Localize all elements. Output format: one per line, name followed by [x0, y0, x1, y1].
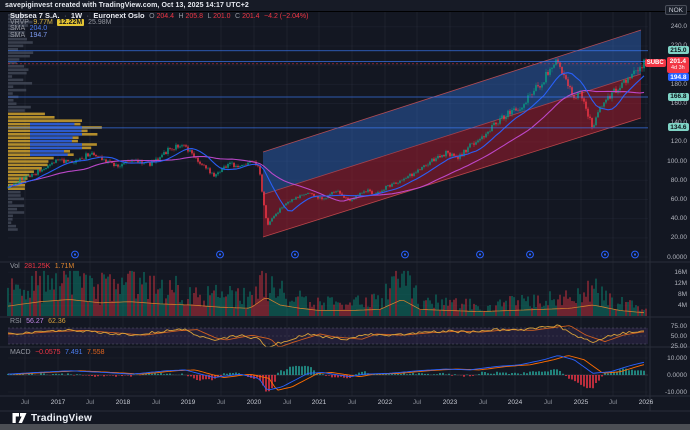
- vrvp-value-3: 25.98M: [88, 19, 111, 26]
- sma-slow-value: 194.7: [30, 32, 48, 39]
- tradingview-logo[interactable]: TradingView: [12, 411, 92, 425]
- price-axis-tick: 100.00: [667, 158, 687, 165]
- open-label: O: [149, 13, 154, 20]
- volume-axis-tick: 8M: [678, 291, 687, 298]
- price-axis-tick: 120.0: [671, 138, 687, 145]
- time-axis-label: 2025: [574, 399, 588, 406]
- indicator-row-sma-slow[interactable]: SMA 194.7: [10, 33, 50, 39]
- vrvp-value-2: 12.22M: [57, 19, 83, 26]
- volume-axis-tick: 4M: [678, 302, 687, 309]
- time-axis-label: 2020: [247, 399, 261, 406]
- open-value: 204.4: [156, 13, 174, 20]
- tradingview-logo-icon: [12, 412, 27, 424]
- low-value: 201.0: [213, 13, 231, 20]
- macd-legend-row[interactable]: MACD −0.0575 7.491 7.558: [10, 350, 107, 356]
- time-axis-label: Jul: [348, 399, 356, 406]
- rsi-ma-value: 62.36: [48, 318, 66, 325]
- time-axis-label: 2017: [51, 399, 65, 406]
- time-axis-label: Jul: [544, 399, 552, 406]
- level-price-label: 166.8: [668, 93, 689, 101]
- time-axis-label: 2022: [378, 399, 392, 406]
- price-axis-tick: 60.00: [671, 196, 687, 203]
- time-axis-label: Jul: [152, 399, 160, 406]
- close-value: 201.4: [242, 13, 260, 20]
- time-axis-label: Jul: [609, 399, 617, 406]
- macd-signal-value: 7.558: [87, 349, 105, 356]
- price-axis-tick: 80.00: [671, 177, 687, 184]
- volume-legend-row[interactable]: Vol 281.25K 1.71M: [10, 264, 77, 270]
- time-axis-label: Jul: [21, 399, 29, 406]
- price-axis-tick: 20.00: [671, 234, 687, 241]
- level-price-label: 134.6: [668, 123, 689, 131]
- close-label: C: [235, 13, 240, 20]
- price-axis-tick: 180.0: [671, 81, 687, 88]
- last-price-value: 201.4: [670, 58, 686, 65]
- bar-countdown: 4d 3h: [670, 65, 686, 72]
- indicator-row-vrvp[interactable]: VRVP 9.77M 12.22M 25.98M: [10, 20, 114, 26]
- macd-axis-tick: 0.0000: [667, 372, 687, 379]
- time-axis-label: Jul: [86, 399, 94, 406]
- time-axis-label: 2024: [508, 399, 522, 406]
- rsi-value: 56.27: [26, 318, 44, 325]
- last-price-group: SUBC 201.4 4d 3h: [645, 57, 689, 73]
- macd-axis-tick: -10.000: [665, 389, 687, 396]
- volume-value: 281.25K: [24, 263, 50, 270]
- time-axis-label: 2021: [312, 399, 326, 406]
- rsi-name[interactable]: RSI: [10, 318, 22, 325]
- volume-name[interactable]: Vol: [10, 263, 20, 270]
- time-axis-label: Jul: [413, 399, 421, 406]
- sma-slow-name[interactable]: SMA: [10, 32, 25, 39]
- currency-badge[interactable]: NOK: [665, 5, 687, 15]
- time-axis-label: Jul: [479, 399, 487, 406]
- rsi-axis-tick: 25.00: [671, 343, 687, 350]
- price-scale[interactable]: NOK SUBC 201.4 4d 3h 240.0220.0180.0160.…: [651, 11, 690, 396]
- time-axis-label: 2023: [443, 399, 457, 406]
- level-price-label: 215.0: [668, 46, 689, 54]
- volume-axis-tick: 16M: [674, 269, 687, 276]
- symbol-price-tag: SUBC: [645, 59, 666, 67]
- tradingview-screenshot: savepiginvest created with TradingView.c…: [0, 0, 690, 430]
- change-value: −4.2 (−2.04%): [264, 13, 308, 20]
- time-scale[interactable]: Jul 2017 Jul 2018 Jul 2019 Jul 2020 Jul 2021 Jul 20…: [0, 397, 650, 410]
- time-axis-label: Jul: [217, 399, 225, 406]
- price-chart-canvas[interactable]: [0, 0, 690, 430]
- sma-price-label: 194.8: [668, 73, 689, 81]
- macd-line-value: 7.491: [65, 349, 83, 356]
- macd-name[interactable]: MACD: [10, 349, 31, 356]
- macd-axis-tick: 10.000: [667, 355, 687, 362]
- rsi-legend-row[interactable]: RSI 56.27 62.36: [10, 319, 68, 325]
- price-axis-tick: 160.0: [671, 100, 687, 107]
- high-value: 205.8: [185, 13, 203, 20]
- macd-hist-value: −0.0575: [35, 349, 61, 356]
- time-axis-label: 2018: [116, 399, 130, 406]
- tradingview-logo-text: TradingView: [31, 413, 92, 424]
- rsi-axis-tick: 50.00: [671, 333, 687, 340]
- volume-ma-value: 1.71M: [55, 263, 74, 270]
- price-axis-tick: 40.00: [671, 215, 687, 222]
- sma-fast-value: 204.0: [30, 25, 48, 32]
- rsi-axis-tick: 75.00: [671, 323, 687, 330]
- time-axis-label: 2019: [181, 399, 195, 406]
- price-axis-tick: 0.0000: [667, 254, 687, 261]
- price-axis-tick: 240.0: [671, 23, 687, 30]
- low-label: L: [207, 13, 211, 20]
- high-label: H: [178, 13, 183, 20]
- time-axis-label: 2026: [639, 399, 653, 406]
- last-price-label: 201.4 4d 3h: [667, 57, 689, 73]
- volume-axis-tick: 12M: [674, 280, 687, 287]
- time-axis-label: Jul: [283, 399, 291, 406]
- footer-strip: [0, 424, 690, 430]
- sma-fast-name[interactable]: SMA: [10, 25, 25, 32]
